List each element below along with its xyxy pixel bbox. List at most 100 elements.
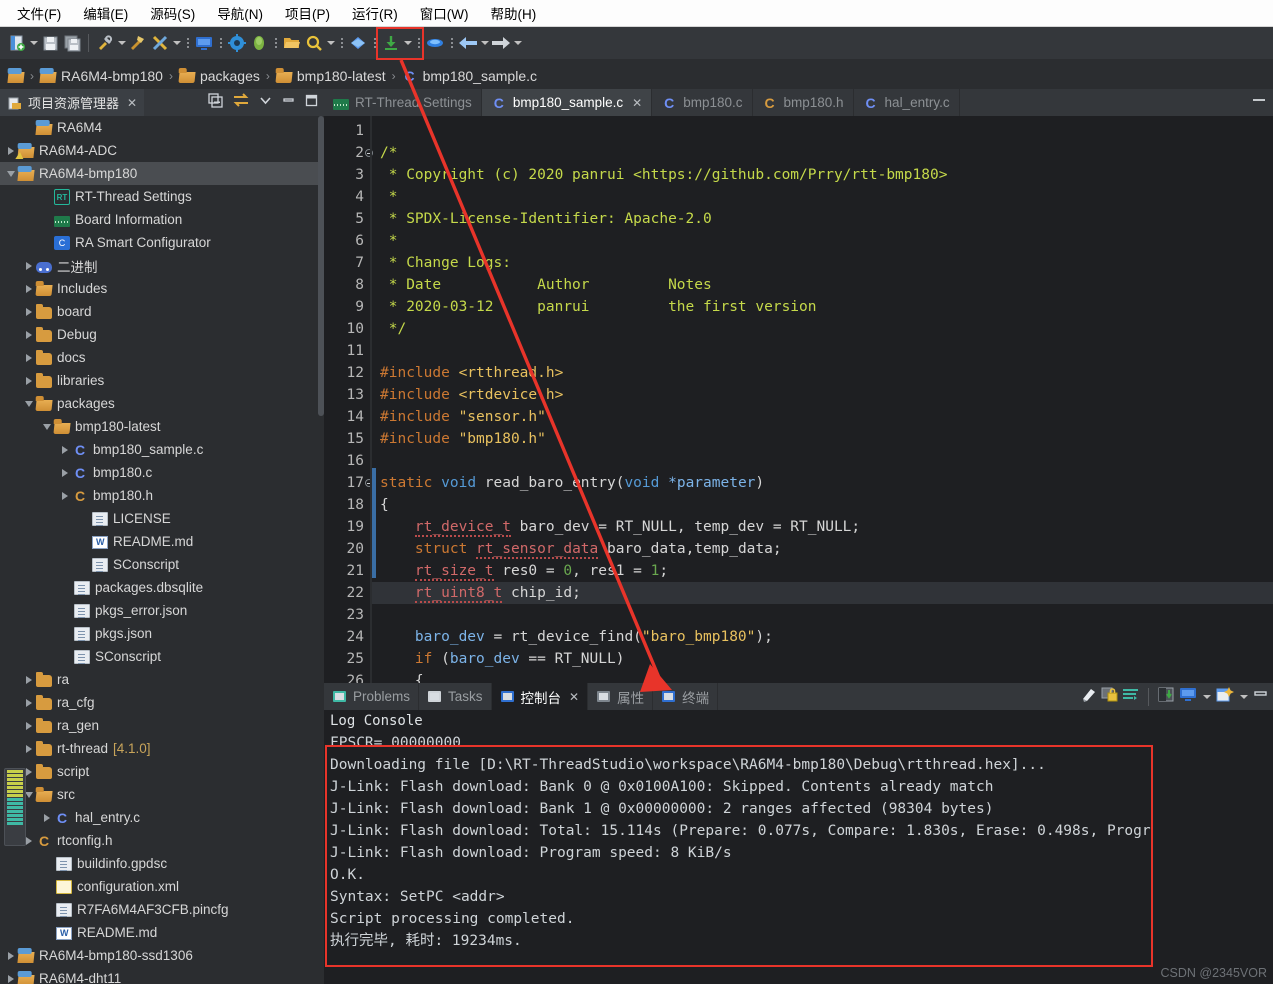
flash-icon[interactable]	[424, 32, 446, 54]
tree-item[interactable]: Cbmp180_sample.c	[0, 438, 324, 461]
toolbar-grip[interactable]	[184, 33, 191, 53]
tree-twisty-icon[interactable]	[40, 415, 54, 438]
tree-twisty-icon[interactable]	[4, 967, 18, 984]
tree-twisty-icon[interactable]	[22, 714, 36, 737]
display-selected-console-icon[interactable]	[1179, 686, 1197, 708]
new-file-dropdown-icon[interactable]	[28, 32, 39, 54]
download-dropdown-icon[interactable]	[402, 32, 413, 54]
console-icon[interactable]	[193, 32, 215, 54]
tree-item[interactable]: R7FA6M4AF3CFB.pincfg	[0, 898, 324, 921]
code-line[interactable]: */	[372, 318, 1273, 340]
tree-twisty-icon[interactable]	[22, 369, 36, 392]
code-line[interactable]: *	[372, 186, 1273, 208]
build-icon[interactable]	[94, 32, 116, 54]
menu-item-project[interactable]: 项目(P)	[274, 0, 341, 26]
console-tab[interactable]: Problems	[324, 683, 419, 710]
tree-twisty-icon[interactable]	[58, 484, 72, 507]
menu-item-navigate[interactable]: 导航(N)	[206, 0, 274, 26]
hammer-icon[interactable]	[127, 32, 149, 54]
new-file-icon[interactable]	[6, 32, 28, 54]
console-output[interactable]: FPSCR= 00000000Downloading file [D:\RT-T…	[324, 732, 1273, 984]
code-line[interactable]: struct rt_sensor_data baro_data,temp_dat…	[372, 538, 1273, 560]
forward-arrow-icon[interactable]	[490, 32, 512, 54]
toolbar-grip-3[interactable]	[272, 33, 279, 53]
editor-code-area[interactable]: /* * Copyright (c) 2020 panrui <https://…	[370, 116, 1273, 683]
tree-twisty-icon[interactable]	[58, 438, 72, 461]
console-tab-close-icon[interactable]: ✕	[569, 690, 579, 704]
tree-item[interactable]: pkgs_error.json	[0, 599, 324, 622]
menu-item-help[interactable]: 帮助(H)	[479, 0, 547, 26]
code-line[interactable]: rt_uint8_t chip_id;	[372, 582, 1273, 604]
tree-item[interactable]: packages.dbsqlite	[0, 576, 324, 599]
project-explorer-close-icon[interactable]: ✕	[127, 96, 137, 110]
tree-twisty-icon[interactable]	[22, 323, 36, 346]
editor-tab[interactable]: RT-Thread Settings	[324, 89, 482, 116]
tree-item[interactable]: 二进制	[0, 254, 324, 277]
menu-item-source[interactable]: 源码(S)	[139, 0, 206, 26]
tree-item[interactable]: bmp180-latest	[0, 415, 324, 438]
tree-item[interactable]: Board Information	[0, 208, 324, 231]
clean-icon[interactable]	[149, 32, 171, 54]
console-minimize-icon[interactable]	[1253, 687, 1269, 706]
tree-item[interactable]: RTRT-Thread Settings	[0, 185, 324, 208]
toolbar-grip-5[interactable]	[371, 33, 378, 53]
search-icon[interactable]	[303, 32, 325, 54]
tree-item[interactable]: pkgs.json	[0, 622, 324, 645]
menu-item-file[interactable]: 文件(F)	[6, 0, 72, 26]
menu-item-run[interactable]: 运行(R)	[341, 0, 409, 26]
back-arrow-icon[interactable]	[457, 32, 479, 54]
editor-tab[interactable]: Chal_entry.c	[854, 89, 960, 116]
code-line[interactable]: baro_dev = rt_device_find("baro_bmp180")…	[372, 626, 1273, 648]
code-line[interactable]: {	[372, 494, 1273, 516]
build-dropdown-icon[interactable]	[116, 32, 127, 54]
tree-item[interactable]: RA6M4-bmp180-ssd1306	[0, 944, 324, 967]
code-line[interactable]: *	[372, 230, 1273, 252]
tree-twisty-icon[interactable]	[22, 254, 36, 277]
tree-twisty-icon[interactable]	[22, 691, 36, 714]
code-line[interactable]: {	[372, 670, 1273, 683]
save-icon[interactable]	[39, 32, 61, 54]
tree-item[interactable]: Cbmp180.c	[0, 461, 324, 484]
pin-console-icon[interactable]	[1158, 686, 1175, 708]
tree-item[interactable]: RA6M4-bmp180	[0, 162, 324, 185]
tree-item[interactable]: src	[0, 783, 324, 806]
tree-item[interactable]: ra_cfg	[0, 691, 324, 714]
save-all-icon[interactable]	[61, 32, 83, 54]
tree-item[interactable]: script	[0, 760, 324, 783]
clear-console-icon[interactable]	[1080, 686, 1097, 708]
code-line[interactable]: #include <rtdevice.h>	[372, 384, 1273, 406]
tree-item[interactable]: LICENSE	[0, 507, 324, 530]
tree-item[interactable]: ra	[0, 668, 324, 691]
code-line[interactable]: /*	[372, 142, 1273, 164]
code-line[interactable]: * Date Author Notes	[372, 274, 1273, 296]
download-button[interactable]	[380, 32, 402, 54]
console-tab[interactable]: 属性	[588, 683, 653, 710]
tree-item[interactable]: rt-thread[4.1.0]	[0, 737, 324, 760]
settings-gear-icon[interactable]	[226, 32, 248, 54]
code-line[interactable]: * 2020-03-12 panrui the first version	[372, 296, 1273, 318]
editor-minimize-icon[interactable]	[1253, 98, 1265, 101]
tree-item[interactable]: RA6M4-ADC	[0, 139, 324, 162]
editor-tab[interactable]: Cbmp180_sample.c✕	[482, 89, 652, 116]
code-line[interactable]: #include "bmp180.h"	[372, 428, 1273, 450]
tree-twisty-icon[interactable]	[22, 346, 36, 369]
toolbar-grip-6[interactable]	[415, 33, 422, 53]
minimize-icon[interactable]	[282, 94, 295, 112]
menu-item-window[interactable]: 窗口(W)	[409, 0, 480, 26]
link-editor-icon[interactable]	[233, 93, 249, 113]
tree-twisty-icon[interactable]	[58, 461, 72, 484]
tree-item[interactable]: RA6M4	[0, 116, 324, 139]
code-line[interactable]	[372, 340, 1273, 362]
code-line[interactable]: * Copyright (c) 2020 panrui <https://git…	[372, 164, 1273, 186]
tree-item[interactable]: docs	[0, 346, 324, 369]
tree-item[interactable]: configuration.xml	[0, 875, 324, 898]
breadcrumb-bmp180-latest[interactable]: bmp180-latest	[276, 68, 386, 84]
tree-twisty-icon[interactable]	[22, 392, 36, 415]
tree-item[interactable]: Crtconfig.h	[0, 829, 324, 852]
tree-item[interactable]: packages	[0, 392, 324, 415]
tree-twisty-icon[interactable]	[4, 162, 18, 185]
console-tab[interactable]: 终端	[653, 683, 718, 710]
display-dropdown-icon[interactable]	[1201, 686, 1212, 708]
console-tab[interactable]: Tasks	[419, 683, 492, 710]
maximize-icon[interactable]	[305, 94, 318, 112]
